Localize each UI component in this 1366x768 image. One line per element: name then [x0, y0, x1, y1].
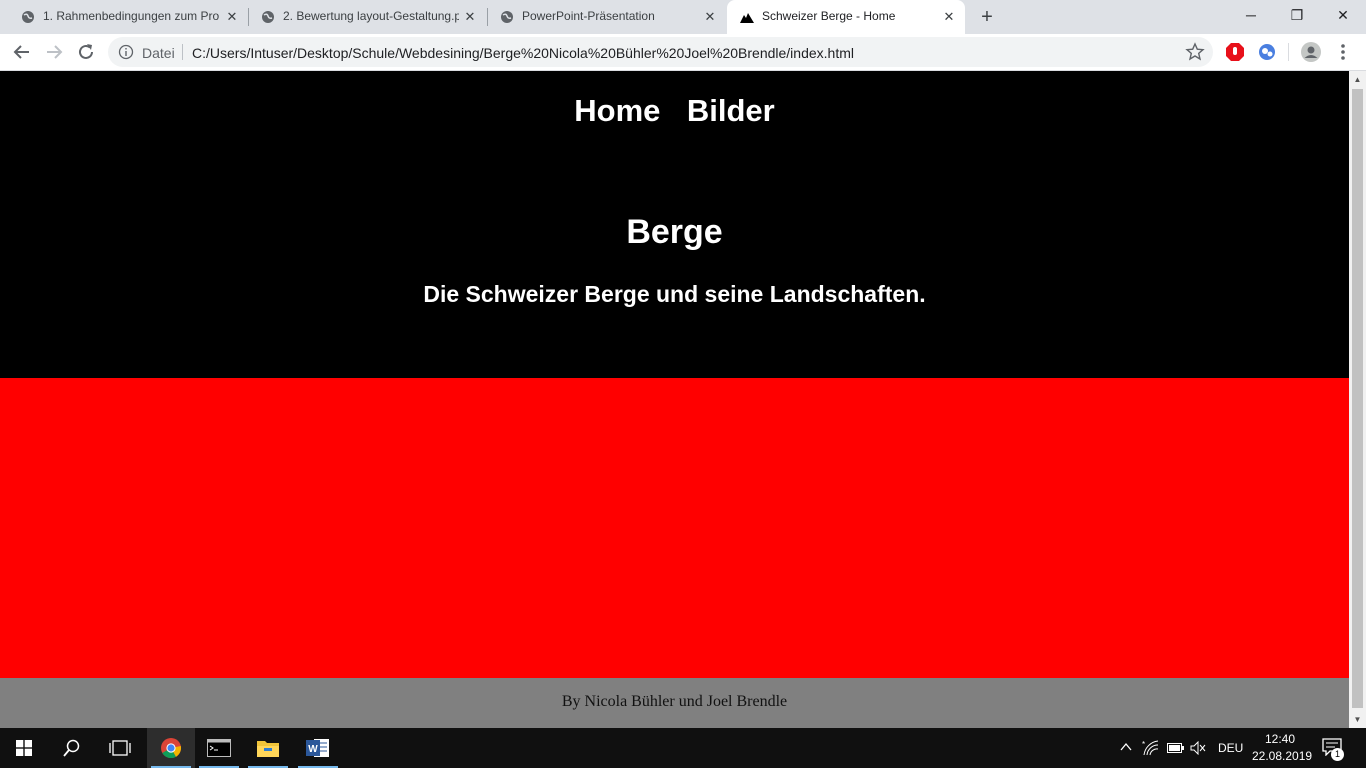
back-arrow-icon[interactable]: [10, 40, 34, 64]
tab-title: PowerPoint-Präsentation: [522, 9, 655, 23]
adblock-extension-icon[interactable]: [1225, 42, 1245, 62]
taskbar-word[interactable]: W: [294, 728, 342, 768]
site-nav: Home Bilder: [0, 93, 1349, 129]
taskbar-chrome[interactable]: [147, 728, 195, 768]
browser-toolbar: Datei C:/Users/Intuser/Desktop/Schule/We…: [0, 34, 1366, 71]
hero-title: Berge: [626, 213, 723, 251]
task-view-button[interactable]: [96, 728, 144, 768]
hero-subtitle: Die Schweizer Berge und seine Landschaft…: [423, 281, 926, 307]
chrome-icon: [161, 738, 182, 759]
scheme-label: Datei: [142, 45, 175, 61]
tab-powerpoint[interactable]: PowerPoint-Präsentation ✕: [487, 0, 727, 34]
restore-button[interactable]: ❐: [1274, 0, 1320, 30]
tab-title: Schweizer Berge - Home: [762, 9, 896, 23]
nav-link-bilder[interactable]: Bilder: [687, 93, 775, 128]
content-area: [0, 378, 1349, 678]
close-tab-icon[interactable]: ✕: [224, 9, 240, 25]
volume-muted-icon[interactable]: [1190, 741, 1206, 755]
chevron-up-icon[interactable]: [1120, 742, 1132, 752]
close-tab-icon[interactable]: ✕: [702, 9, 718, 25]
close-tab-icon[interactable]: ✕: [941, 9, 957, 25]
scroll-down-arrow-icon[interactable]: ▼: [1349, 711, 1366, 728]
action-center-button[interactable]: 1: [1322, 738, 1346, 761]
globe-icon: [262, 11, 274, 23]
close-tab-icon[interactable]: ✕: [462, 9, 478, 25]
info-icon[interactable]: [118, 44, 134, 60]
site-footer: By Nicola Bühler und Joel Brendle: [0, 678, 1349, 728]
scroll-up-arrow-icon[interactable]: ▲: [1349, 71, 1366, 88]
svg-text:*: *: [1142, 740, 1145, 749]
tab-bewertung[interactable]: 2. Bewertung layout-Gestaltung.p ✕: [248, 0, 488, 34]
clock-date[interactable]: 22.08.2019: [1252, 749, 1312, 763]
new-tab-button[interactable]: +: [977, 7, 997, 27]
mountain-icon: [740, 13, 754, 23]
profile-avatar-icon[interactable]: [1301, 42, 1321, 62]
scroll-thumb[interactable]: [1352, 89, 1363, 708]
task-view-icon: [109, 740, 131, 756]
file-explorer-icon: [257, 741, 279, 757]
minimize-button[interactable]: ─: [1228, 0, 1274, 30]
menu-kebab-icon[interactable]: [1333, 42, 1353, 62]
address-bar[interactable]: Datei C:/Users/Intuser/Desktop/Schule/We…: [108, 37, 1213, 67]
tab-rahmenbedingungen[interactable]: 1. Rahmenbedingungen zum Pro ✕: [8, 0, 248, 34]
language-indicator[interactable]: DEU: [1218, 741, 1243, 755]
bookmark-star-icon[interactable]: [1185, 42, 1205, 62]
nav-link-home[interactable]: Home: [574, 93, 660, 128]
forward-arrow-icon[interactable]: [42, 40, 66, 64]
page-viewport: Home Bilder Berge Die Schweizer Berge un…: [0, 71, 1349, 728]
word-icon: W: [306, 739, 329, 757]
tab-title: 2. Bewertung layout-Gestaltung.p: [283, 9, 459, 23]
reload-icon[interactable]: [74, 40, 98, 64]
taskbar: W * DEU 12:40 22.08.2019 1: [0, 728, 1366, 768]
tab-strip: 1. Rahmenbedingungen zum Pro ✕ 2. Bewert…: [0, 0, 1366, 34]
search-icon: [63, 739, 80, 757]
taskbar-terminal[interactable]: [195, 728, 243, 768]
footer-text: By Nicola Bühler und Joel Brendle: [561, 693, 788, 710]
vertical-scrollbar[interactable]: ▲ ▼: [1349, 71, 1366, 728]
tab-schweizer-berge[interactable]: Schweizer Berge - Home ✕: [727, 0, 965, 34]
wifi-icon[interactable]: *: [1142, 740, 1160, 756]
taskbar-file-explorer[interactable]: [244, 728, 292, 768]
start-icon: [16, 740, 32, 756]
tab-title: 1. Rahmenbedingungen zum Pro: [43, 9, 219, 23]
search-button[interactable]: [48, 728, 96, 768]
globe-icon: [501, 11, 513, 23]
close-window-button[interactable]: ✕: [1320, 0, 1366, 30]
start-button[interactable]: [0, 728, 48, 768]
globe-icon: [22, 11, 34, 23]
clock-time[interactable]: 12:40: [1252, 732, 1308, 746]
site-header: Home Bilder Berge Die Schweizer Berge un…: [0, 71, 1349, 378]
notification-count-badge: 1: [1331, 748, 1344, 761]
omnibox-divider: [182, 44, 183, 60]
battery-icon[interactable]: [1167, 742, 1185, 754]
svg-text:W: W: [308, 744, 318, 755]
terminal-icon: [207, 739, 231, 757]
translate-extension-icon[interactable]: [1257, 42, 1277, 62]
toolbar-divider: [1288, 43, 1289, 61]
url-text[interactable]: C:/Users/Intuser/Desktop/Schule/Webdesin…: [192, 45, 854, 61]
